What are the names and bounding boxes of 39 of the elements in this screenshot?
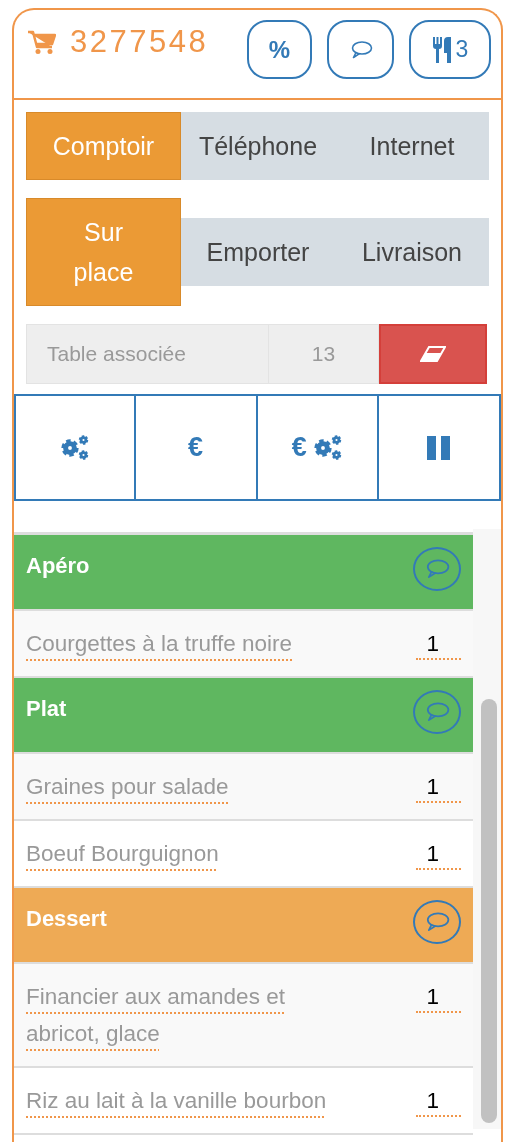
item-name[interactable]: Financier aux amandes et abricot, glace	[26, 978, 346, 1052]
item-name[interactable]: Graines pour salade	[26, 768, 229, 805]
settings-button[interactable]	[14, 394, 136, 501]
clear-button[interactable]	[379, 324, 487, 384]
covers-button[interactable]: 3	[409, 20, 491, 79]
channel-tab[interactable]: Téléphone	[181, 112, 335, 180]
comment-button[interactable]	[413, 900, 461, 944]
cart-icon	[28, 29, 56, 55]
category-name: Plat	[26, 696, 67, 722]
cutlery-icon	[431, 36, 452, 63]
order-number: 3277548	[70, 24, 209, 60]
scrollbar[interactable]	[473, 529, 501, 1129]
item-quantity[interactable]: 1	[416, 625, 461, 660]
gears-icon	[312, 433, 343, 462]
pause-button[interactable]	[377, 394, 501, 501]
speech-bubble-icon	[424, 701, 450, 723]
item-quantity[interactable]: 1	[416, 1082, 461, 1117]
item-quantity[interactable]: 1	[416, 835, 461, 870]
item-name[interactable]: Boeuf Bourguignon	[26, 835, 219, 872]
item-name[interactable]: Riz au lait à la vanille bourbon	[26, 1082, 327, 1119]
channel-tab[interactable]: Internet	[335, 112, 489, 180]
pause-icon	[427, 435, 452, 460]
service-mode-tab[interactable]: Emporter	[181, 218, 335, 286]
gears-icon	[59, 433, 90, 462]
item-quantity[interactable]: 1	[416, 978, 461, 1013]
comment-button[interactable]	[327, 20, 394, 79]
speech-bubble-icon	[424, 911, 450, 933]
table-label: Table associée	[26, 324, 269, 384]
eraser-icon	[420, 346, 446, 362]
table-number: 13	[269, 324, 379, 384]
item-name[interactable]: Courgettes à la truffe noire	[26, 625, 292, 662]
item-quantity[interactable]: 1	[416, 768, 461, 803]
service-mode-tab[interactable]: Livraison	[335, 218, 489, 286]
discount-button[interactable]: %	[247, 20, 312, 79]
speech-bubble-icon	[424, 558, 450, 580]
category-name: Apéro	[26, 553, 90, 579]
payment-settings-button[interactable]: €	[255, 394, 380, 501]
payment-button[interactable]: €	[133, 394, 258, 501]
category-name: Dessert	[26, 906, 107, 932]
